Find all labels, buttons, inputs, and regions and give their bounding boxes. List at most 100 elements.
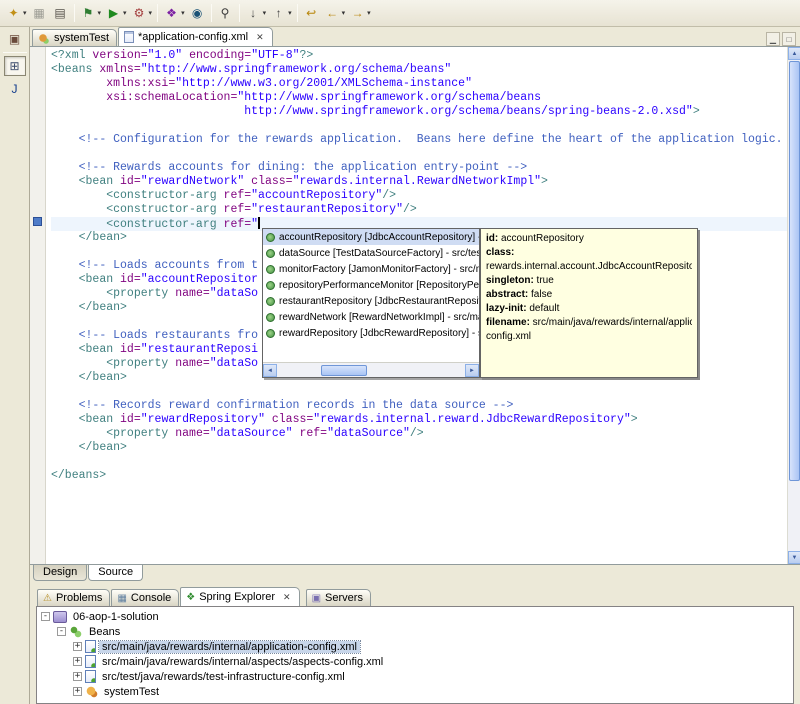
search-button[interactable]: ⚲ <box>215 2 236 24</box>
open-perspective-button[interactable]: ⊞ <box>3 56 26 76</box>
spring-explorer-icon: ❖ <box>186 591 196 603</box>
code-line: <beans xmlns="http://www.springframework… <box>51 63 452 76</box>
view-tab-console[interactable]: ▦ Console <box>111 589 180 606</box>
code-line: xmlns:xsi="http://www.w3.org/2001/XMLSch… <box>106 77 472 90</box>
scrollbar-thumb[interactable] <box>789 61 800 481</box>
editor-tab-systemtest[interactable]: systemTest <box>32 29 118 46</box>
tree-label[interactable]: 06-aop-1-solution <box>70 611 162 623</box>
dropdown-arrow-icon[interactable]: ▾ <box>342 9 346 17</box>
restore-view-button[interactable]: ▣ <box>4 29 26 49</box>
editor-mode-tab-design[interactable]: Design <box>33 565 88 581</box>
scroll-up-icon[interactable]: ▲ <box>788 47 800 60</box>
back-button[interactable]: ← ▾ <box>322 2 348 24</box>
bean-info-tooltip: id: accountRepository class: rewards.inter… <box>480 228 698 378</box>
tree-expander[interactable]: + <box>73 657 82 666</box>
content-assist-popup: accountRepository [JdbcAccountRepository… <box>262 228 480 378</box>
close-tab-icon[interactable]: ✕ <box>255 32 265 43</box>
new-wizard-icon: ✦ <box>8 6 19 20</box>
run-button[interactable]: ▶ ▾ <box>103 2 129 24</box>
scroll-left-icon[interactable]: ◄ <box>263 364 277 377</box>
new-wizard-button[interactable]: ✦ ▾ <box>3 2 29 24</box>
maximize-view-icon[interactable]: □ <box>782 32 796 46</box>
bean-ref-icon <box>266 296 275 306</box>
tooltip-field-label: lazy-init: <box>486 303 527 314</box>
view-tab-problems[interactable]: ⚠ Problems <box>37 589 111 606</box>
completion-item[interactable]: dataSource [TestDataSourceFactory] - src… <box>263 245 479 261</box>
bean-icon <box>85 685 98 698</box>
tree-label[interactable]: Beans <box>86 626 123 638</box>
last-edit-location-button[interactable]: ↩ <box>301 2 322 24</box>
tooltip-field-value: accountRepository <box>498 233 584 244</box>
beans-icon <box>69 625 83 638</box>
completion-item[interactable]: rewardRepository [JdbcRewardRepository] … <box>263 325 479 341</box>
spring-explorer-view[interactable]: -06-aop-1-solution - Beans + src/main/java/r… <box>36 606 794 704</box>
popup-horizontal-scrollbar[interactable]: ◄ ► <box>263 362 479 377</box>
config-icon <box>85 670 96 683</box>
print-button[interactable]: ▤ <box>50 2 71 24</box>
tree-expander[interactable]: - <box>41 612 50 621</box>
debug-button[interactable]: ⚑ ▾ <box>78 2 104 24</box>
code-line: <bean id="rewardRepository" class="rewar… <box>78 413 638 426</box>
dropdown-arrow-icon[interactable]: ▾ <box>263 9 267 17</box>
completion-label: accountRepository [JdbcAccountRepository… <box>279 231 479 243</box>
tree-label[interactable]: src/main/java/rewards/internal/aspects/a… <box>99 656 386 668</box>
editor-tab-application-config[interactable]: *application-config.xml ✕ <box>118 27 273 46</box>
dropdown-arrow-icon[interactable]: ▾ <box>98 9 102 17</box>
forward-button[interactable]: → ▾ <box>347 2 373 24</box>
editor-tabbar: systemTest *application-config.xml ✕ ▁ □ <box>30 27 800 47</box>
external-tools-button[interactable]: ⚙ ▾ <box>129 2 155 24</box>
tree-row: + src/main/java/rewards/internal/aspects/… <box>37 654 793 669</box>
dropdown-arrow-icon[interactable]: ▾ <box>123 9 127 17</box>
popup-scrollbar-thumb[interactable] <box>321 365 367 376</box>
tree-label[interactable]: src/main/java/rewards/internal/applicati… <box>98 639 361 654</box>
toolbar-separator <box>157 4 159 22</box>
java-ee-perspective-icon: J <box>11 82 18 96</box>
dropdown-arrow-icon[interactable]: ▾ <box>23 9 27 17</box>
tree-expander[interactable]: + <box>73 672 82 681</box>
tree-expander[interactable]: + <box>73 687 82 696</box>
code-line: <!-- Configuration for the rewards appli… <box>78 133 787 146</box>
tree-expander[interactable]: + <box>73 642 82 651</box>
view-tab-servers[interactable]: ▣ Servers <box>305 589 371 606</box>
view-tab-spring-explorer[interactable]: ❖ Spring Explorer ✕ <box>180 587 300 606</box>
next-annotation-icon: ↓ <box>250 6 257 20</box>
completion-item[interactable]: rewardNetwork [RewardNetworkImpl] - src/… <box>263 309 479 325</box>
code-line: <!-- Records reward confirmation records… <box>78 399 514 412</box>
completion-item[interactable]: accountRepository [JdbcAccountRepository… <box>263 229 479 245</box>
dropdown-arrow-icon[interactable]: ▾ <box>288 9 292 17</box>
editor-mode-tab-source[interactable]: Source <box>88 565 144 581</box>
debug-icon: ⚑ <box>82 6 94 20</box>
completion-item[interactable]: repositoryPerformanceMonitor [Repository… <box>263 277 479 293</box>
java-ee-perspective-button[interactable]: J <box>4 79 26 99</box>
new-web-service-icon: ❖ <box>166 6 177 20</box>
previous-annotation-button[interactable]: ↑ ▾ <box>268 2 294 24</box>
scroll-right-icon[interactable]: ► <box>465 364 479 377</box>
xml-editor[interactable]: <?xml version="1.0" encoding="UTF-8"?> <b… <box>30 47 800 564</box>
dropdown-arrow-icon[interactable]: ▾ <box>367 9 371 17</box>
completion-label: rewardRepository [JdbcRewardRepository] … <box>279 327 479 339</box>
minimize-view-icon[interactable]: ▁ <box>766 32 780 46</box>
design-source-tabs: Design Source <box>30 564 800 582</box>
dropdown-arrow-icon[interactable]: ▾ <box>181 9 185 17</box>
web-browser-icon: ◉ <box>191 6 203 20</box>
scroll-down-icon[interactable]: ▼ <box>788 551 800 564</box>
close-view-icon[interactable]: ✕ <box>282 592 292 603</box>
tooltip-row: singleton: true <box>486 274 692 288</box>
new-web-service-button[interactable]: ❖ ▾ <box>161 2 187 24</box>
tree-label[interactable]: systemTest <box>101 686 162 698</box>
completion-item[interactable]: monitorFactory [JamonMonitorFactory] - s… <box>263 261 479 277</box>
save-button[interactable]: ▦ <box>29 2 50 24</box>
tooltip-row: filename: src/main/java/rewards/internal… <box>486 316 692 330</box>
annotation-ruler[interactable] <box>30 47 46 564</box>
web-browser-button[interactable]: ◉ <box>187 2 208 24</box>
strip-divider <box>2 52 27 53</box>
previous-annotation-icon: ↑ <box>275 6 282 20</box>
completion-item[interactable]: restaurantRepository [JdbcRestaurantRepo… <box>263 293 479 309</box>
tree-expander[interactable]: - <box>57 627 66 636</box>
dropdown-arrow-icon[interactable]: ▾ <box>149 9 153 17</box>
tree-label[interactable]: src/test/java/rewards/test-infrastructur… <box>99 671 348 683</box>
next-annotation-button[interactable]: ↓ ▾ <box>243 2 269 24</box>
editor-vertical-scrollbar[interactable]: ▲ ▼ <box>787 47 800 564</box>
